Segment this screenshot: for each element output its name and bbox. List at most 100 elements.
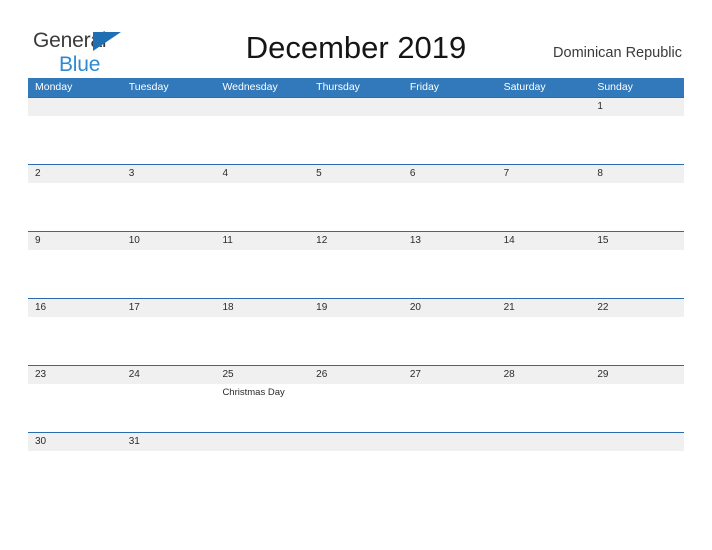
day-number: 16: [35, 302, 47, 313]
day-cell[interactable]: [497, 98, 591, 116]
day-cell[interactable]: 30: [28, 433, 122, 451]
day-cell[interactable]: 8: [590, 165, 684, 183]
day-events-band: Christmas Day: [28, 384, 684, 431]
day-cell[interactable]: 16: [28, 299, 122, 317]
day-cell[interactable]: 27: [403, 366, 497, 384]
day-cell[interactable]: 19: [309, 299, 403, 317]
event-cell[interactable]: [215, 116, 309, 163]
day-cell[interactable]: 17: [122, 299, 216, 317]
weekday-header-sunday: Sunday: [597, 81, 633, 93]
day-number-band: 30 31: [28, 433, 684, 451]
event-cell[interactable]: [497, 317, 591, 364]
day-cell[interactable]: 28: [497, 366, 591, 384]
day-number: 25: [222, 369, 234, 380]
event-cell[interactable]: [28, 384, 122, 431]
day-cell[interactable]: 3: [122, 165, 216, 183]
day-cell[interactable]: [28, 98, 122, 116]
day-number: 22: [597, 302, 609, 313]
day-cell[interactable]: 10: [122, 232, 216, 250]
day-cell[interactable]: 11: [215, 232, 309, 250]
day-cell[interactable]: 15: [590, 232, 684, 250]
event-cell[interactable]: [28, 183, 122, 230]
weekday-header-thursday: Thursday: [316, 81, 360, 93]
event-cell[interactable]: [122, 317, 216, 364]
day-cell[interactable]: 5: [309, 165, 403, 183]
day-cell[interactable]: [309, 98, 403, 116]
day-cell[interactable]: [215, 433, 309, 451]
day-cell[interactable]: 13: [403, 232, 497, 250]
event-cell[interactable]: [122, 250, 216, 297]
day-cell[interactable]: [497, 433, 591, 451]
event-cell[interactable]: [403, 116, 497, 163]
event-cell[interactable]: [309, 317, 403, 364]
day-cell[interactable]: [309, 433, 403, 451]
day-number: 21: [503, 302, 515, 313]
day-cell[interactable]: 31: [122, 433, 216, 451]
event-cell[interactable]: [590, 250, 684, 297]
day-number: 9: [35, 235, 41, 246]
day-cell[interactable]: [590, 433, 684, 451]
event-cell[interactable]: [215, 183, 309, 230]
week-row: 2 3 4 5 6 7 8: [28, 164, 684, 231]
day-cell[interactable]: 1: [590, 98, 684, 116]
event-cell[interactable]: [497, 183, 591, 230]
day-cell[interactable]: [403, 433, 497, 451]
day-cell[interactable]: 26: [309, 366, 403, 384]
day-cell[interactable]: 12: [309, 232, 403, 250]
event-cell[interactable]: [28, 116, 122, 163]
day-cell[interactable]: 20: [403, 299, 497, 317]
day-number: 24: [128, 369, 140, 380]
event-cell[interactable]: [28, 250, 122, 297]
event-cell[interactable]: [497, 250, 591, 297]
week-row: 9 10 11 12 13 14 15: [28, 231, 684, 298]
day-cell[interactable]: 14: [497, 232, 591, 250]
day-cell[interactable]: 29: [590, 366, 684, 384]
day-number: 26: [316, 369, 328, 380]
event-cell[interactable]: [122, 116, 216, 163]
day-cell[interactable]: 2: [28, 165, 122, 183]
day-cell[interactable]: [215, 98, 309, 116]
event-cell[interactable]: [497, 116, 591, 163]
event-cell[interactable]: [590, 116, 684, 163]
event-cell[interactable]: [403, 384, 497, 431]
day-cell[interactable]: 4: [215, 165, 309, 183]
day-cell[interactable]: 22: [590, 299, 684, 317]
day-events-band: [28, 317, 684, 364]
event-cell[interactable]: [403, 250, 497, 297]
event-cell[interactable]: [497, 384, 591, 431]
day-number: 19: [316, 302, 328, 313]
day-cell[interactable]: 6: [403, 165, 497, 183]
event-cell[interactable]: [122, 183, 216, 230]
day-number: 1: [597, 101, 603, 112]
day-cell[interactable]: 9: [28, 232, 122, 250]
weekday-header-wednesday: Wednesday: [222, 81, 278, 93]
day-cell[interactable]: 21: [497, 299, 591, 317]
event-cell[interactable]: [403, 317, 497, 364]
event-cell[interactable]: [590, 384, 684, 431]
day-number: 8: [597, 168, 603, 179]
day-number: 28: [503, 369, 515, 380]
event-cell[interactable]: [122, 384, 216, 431]
event-cell[interactable]: [215, 317, 309, 364]
event-cell[interactable]: [309, 183, 403, 230]
day-cell[interactable]: 24: [122, 366, 216, 384]
day-number: 11: [222, 235, 233, 246]
day-cell[interactable]: [122, 98, 216, 116]
event-cell[interactable]: [403, 183, 497, 230]
event-cell[interactable]: [309, 250, 403, 297]
day-number-band: 2 3 4 5 6 7 8: [28, 165, 684, 183]
event-cell[interactable]: [590, 317, 684, 364]
day-cell[interactable]: [403, 98, 497, 116]
day-cell[interactable]: 25: [215, 366, 309, 384]
event-cell[interactable]: Christmas Day: [215, 384, 309, 431]
event-cell[interactable]: [309, 116, 403, 163]
event-cell[interactable]: [215, 250, 309, 297]
day-cell[interactable]: 7: [497, 165, 591, 183]
event-cell[interactable]: [309, 384, 403, 431]
event-cell[interactable]: [28, 317, 122, 364]
day-cell[interactable]: 18: [215, 299, 309, 317]
week-row: 30 31: [28, 432, 684, 454]
event-cell[interactable]: [590, 183, 684, 230]
page-header: General Blue December 2019 Dominican Rep…: [0, 0, 712, 76]
day-cell[interactable]: 23: [28, 366, 122, 384]
